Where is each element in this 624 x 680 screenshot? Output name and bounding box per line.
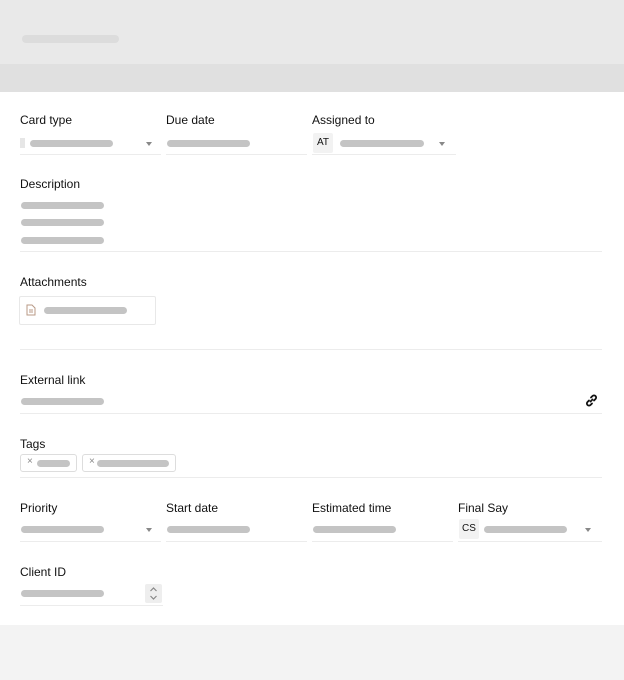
start-date-label: Start date	[166, 501, 219, 515]
due-date-input[interactable]	[166, 132, 307, 154]
toolbar-band	[0, 64, 624, 92]
client-id-input[interactable]	[20, 583, 163, 605]
card-type-label: Card type	[20, 113, 73, 127]
final-say-select[interactable]: CS	[458, 519, 602, 541]
assigned-to-select[interactable]: AT	[312, 132, 456, 154]
external-link-input[interactable]	[20, 392, 602, 412]
chevron-down-icon	[439, 142, 445, 146]
avatar: AT	[313, 133, 333, 153]
header	[0, 0, 624, 64]
description-label: Description	[20, 177, 81, 191]
final-say-label: Final Say	[458, 501, 509, 515]
start-date-input[interactable]	[166, 520, 307, 541]
priority-select[interactable]	[20, 520, 161, 541]
tag-chip[interactable]: ×	[20, 454, 77, 472]
client-id-label: Client ID	[20, 565, 67, 579]
assigned-to-label: Assigned to	[312, 113, 375, 127]
remove-tag-icon[interactable]: ×	[27, 456, 33, 467]
avatar: CS	[459, 519, 479, 539]
number-stepper[interactable]	[145, 584, 162, 603]
chevron-down-icon	[146, 528, 152, 532]
estimated-time-label: Estimated time	[312, 501, 392, 515]
card-form	[0, 92, 624, 625]
chevron-down-icon	[146, 142, 152, 146]
priority-label: Priority	[20, 501, 58, 515]
card-type-select[interactable]	[20, 132, 160, 154]
tags-label: Tags	[20, 437, 46, 451]
link-icon[interactable]	[585, 394, 598, 407]
chevron-down-icon	[585, 528, 591, 532]
external-link-label: External link	[20, 373, 86, 387]
description-field[interactable]	[20, 196, 602, 250]
header-title-placeholder	[22, 35, 119, 43]
attachment-item[interactable]	[19, 296, 156, 325]
remove-tag-icon[interactable]: ×	[89, 456, 95, 467]
estimated-time-input[interactable]	[312, 520, 453, 541]
file-icon	[26, 304, 36, 316]
due-date-label: Due date	[166, 113, 215, 127]
attachments-label: Attachments	[20, 275, 87, 289]
stepper-arrows-icon	[150, 587, 157, 600]
tag-chip[interactable]: ×	[82, 454, 176, 472]
